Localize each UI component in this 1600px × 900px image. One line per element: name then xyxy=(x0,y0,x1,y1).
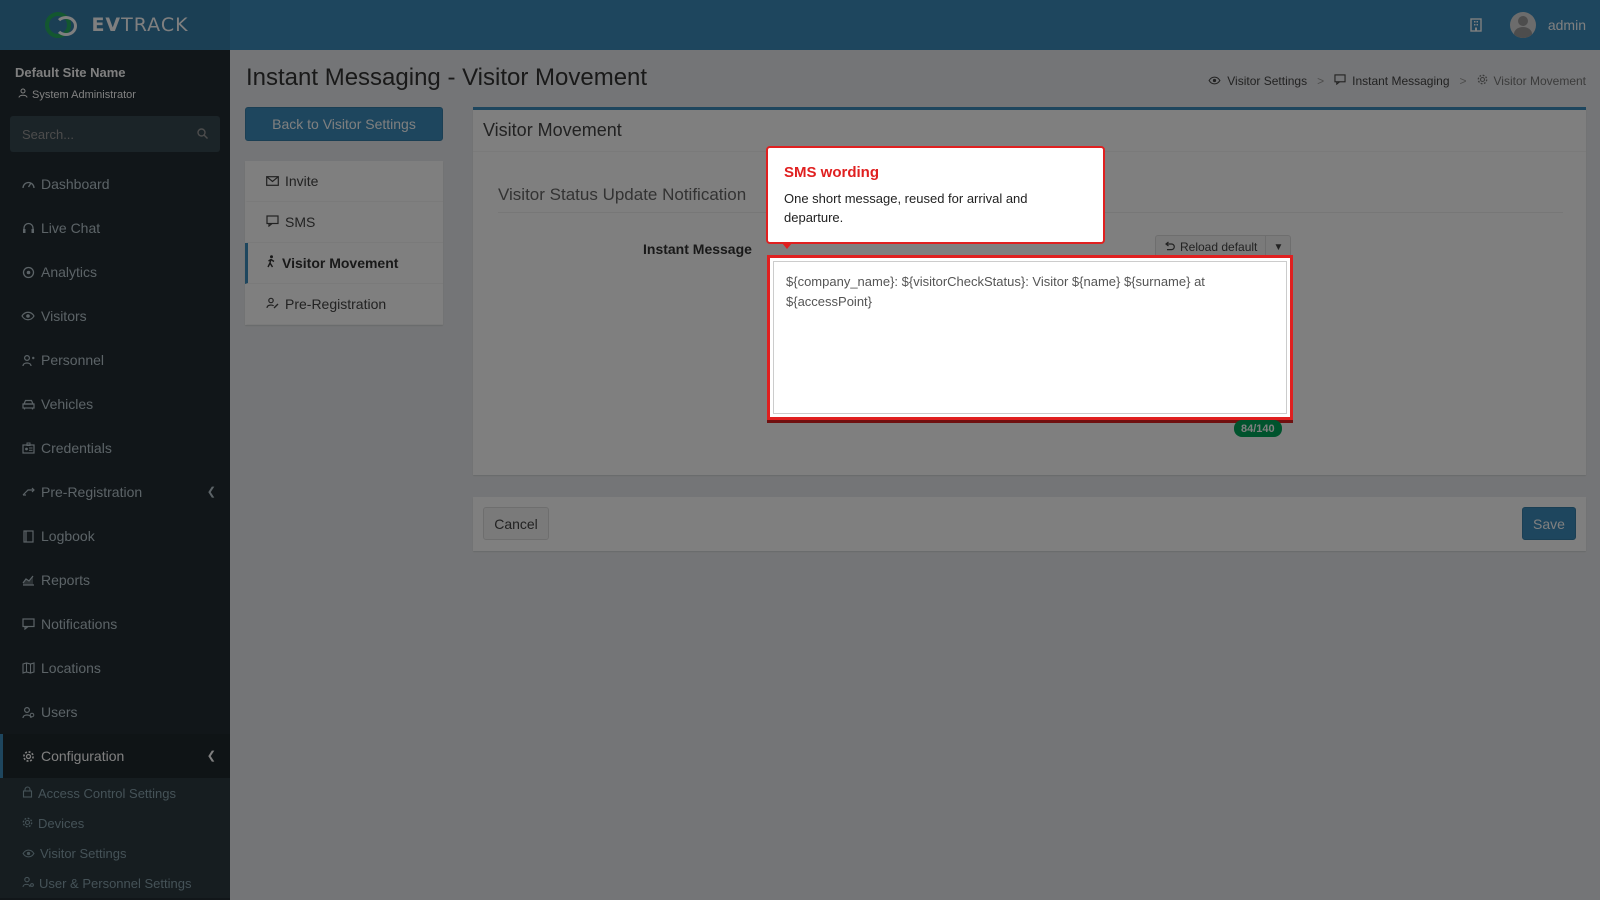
menu-item-visitor-movement[interactable]: Visitor Movement xyxy=(245,243,443,284)
menu-item-invite[interactable]: Invite xyxy=(245,161,443,202)
page-title: Instant Messaging - Visitor Movement xyxy=(246,64,648,91)
headset-icon xyxy=(21,221,35,235)
chevron-left-icon: ❮ xyxy=(206,486,216,498)
callout-body: One short message, reused for arrival an… xyxy=(784,191,1028,225)
instant-message-label: Instant Message xyxy=(643,241,752,257)
callout-title: SMS wording xyxy=(784,164,879,181)
section-title: Visitor Status Update Notification xyxy=(498,185,747,204)
book-icon xyxy=(21,529,35,543)
caret-down-icon: ▼ xyxy=(1273,241,1284,253)
sidebar-item-dashboard[interactable]: Dashboard xyxy=(0,162,230,206)
eye-icon xyxy=(1208,74,1221,88)
save-button[interactable]: Save xyxy=(1522,507,1576,540)
logo-mark-icon xyxy=(41,10,85,40)
site-name: Default Site Name xyxy=(15,65,126,80)
sidebar-item-analytics[interactable]: Analytics xyxy=(0,250,230,294)
configuration-submenu: Access Control Settings Devices Visitor … xyxy=(0,778,230,898)
undo-icon xyxy=(1164,240,1175,254)
sidebar-item-locations[interactable]: Locations xyxy=(0,646,230,690)
instant-message-textarea-focus[interactable]: ${company_name}: ${visitorCheckStatus}: … xyxy=(773,261,1287,414)
envelope-icon xyxy=(266,173,279,189)
breadcrumb-instant-messaging[interactable]: Instant Messaging xyxy=(1352,74,1449,88)
gear-icon xyxy=(1477,74,1488,88)
breadcrumb-visitor-settings[interactable]: Visitor Settings xyxy=(1227,74,1307,88)
sidebar-item-credentials[interactable]: Credentials xyxy=(0,426,230,470)
chat-icon xyxy=(21,617,35,631)
sidebar-subitem-devices[interactable]: Devices xyxy=(0,808,230,838)
sidebar-search-input[interactable]: Search... xyxy=(10,116,220,152)
sidebar-item-visitors[interactable]: Visitors xyxy=(0,294,230,338)
sidebar-item-vehicles[interactable]: Vehicles xyxy=(0,382,230,426)
chevron-left-icon: ❮ xyxy=(206,750,216,762)
tour-callout: SMS wording One short message, reused fo… xyxy=(766,146,1105,249)
sidebar-item-reports[interactable]: Reports xyxy=(0,558,230,602)
app-logo[interactable]: EVTRACK xyxy=(0,0,230,50)
menu-item-sms[interactable]: SMS xyxy=(245,202,443,243)
user-pen-icon xyxy=(266,296,279,312)
messaging-menu: Invite SMS Visitor Movement Pre-Registra… xyxy=(245,161,443,325)
breadcrumb-visitor-movement: Visitor Movement xyxy=(1493,74,1586,88)
analytics-icon xyxy=(21,265,35,279)
walking-icon xyxy=(266,255,276,271)
search-icon[interactable] xyxy=(197,127,208,142)
breadcrumb-separator: > xyxy=(1317,74,1325,88)
sidebar: Default Site Name System Administrator S… xyxy=(0,50,230,900)
highlighted-textarea-frame: ${company_name}: ${visitorCheckStatus}: … xyxy=(767,255,1293,420)
sidebar-item-logbook[interactable]: Logbook xyxy=(0,514,230,558)
top-navbar: EVTRACK admin xyxy=(0,0,1600,50)
chart-icon xyxy=(21,573,35,587)
devices-icon xyxy=(22,816,33,831)
breadcrumb-separator: > xyxy=(1459,74,1467,88)
arrows-icon xyxy=(21,485,35,499)
sidebar-subitem-visitor-settings[interactable]: Visitor Settings xyxy=(0,838,230,868)
id-card-icon xyxy=(21,441,35,455)
avatar xyxy=(1509,12,1536,38)
form-actions: Cancel Save xyxy=(473,497,1586,551)
sidebar-subitem-access-control-settings[interactable]: Access Control Settings xyxy=(0,778,230,808)
dashboard-icon xyxy=(21,177,35,191)
building-icon[interactable] xyxy=(1468,17,1484,33)
sidebar-item-notifications[interactable]: Notifications xyxy=(0,602,230,646)
message-icon xyxy=(1334,74,1346,88)
back-to-visitor-settings-button[interactable]: Back to Visitor Settings xyxy=(245,107,443,141)
personnel-icon xyxy=(21,353,35,367)
sidebar-nav: Dashboard Live Chat Analytics Visitors P… xyxy=(0,162,230,898)
eye-icon xyxy=(21,309,35,323)
username: admin xyxy=(1547,17,1586,33)
char-count-badge: 84/140 xyxy=(1234,420,1282,437)
sidebar-subitem-user-personnel-settings[interactable]: User & Personnel Settings xyxy=(0,868,230,898)
user-settings-icon xyxy=(22,876,34,891)
user-menu[interactable]: admin xyxy=(1509,12,1586,38)
users-icon xyxy=(21,705,35,719)
sidebar-item-personnel[interactable]: Personnel xyxy=(0,338,230,382)
sidebar-item-pre-registration[interactable]: Pre-Registration ❮ xyxy=(0,470,230,514)
user-icon xyxy=(18,88,28,101)
menu-item-pre-registration[interactable]: Pre-Registration xyxy=(245,284,443,325)
sidebar-item-users[interactable]: Users xyxy=(0,690,230,734)
lock-icon xyxy=(22,785,33,801)
car-icon xyxy=(21,397,35,411)
sidebar-item-live-chat[interactable]: Live Chat xyxy=(0,206,230,250)
breadcrumb: Visitor Settings > Instant Messaging > V… xyxy=(1208,74,1586,88)
map-icon xyxy=(21,661,35,675)
user-role: System Administrator xyxy=(18,88,136,101)
eye-icon xyxy=(22,846,35,861)
cancel-button[interactable]: Cancel xyxy=(483,507,549,540)
message-icon xyxy=(266,214,279,230)
sidebar-item-configuration[interactable]: Configuration ❮ xyxy=(0,734,230,778)
gear-icon xyxy=(21,749,35,763)
callout-arrow xyxy=(782,243,792,249)
logo-text: EVTRACK xyxy=(91,14,189,36)
